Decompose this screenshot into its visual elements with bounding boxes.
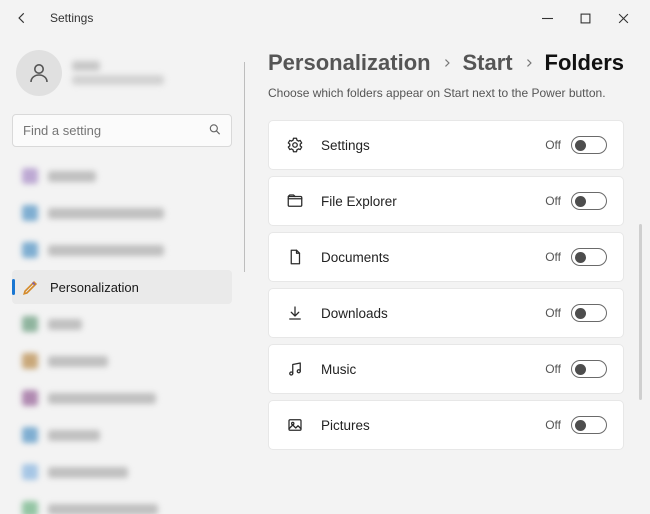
minimize-button[interactable] — [528, 4, 566, 32]
sidebar-item[interactable] — [12, 455, 232, 489]
sidebar-item[interactable] — [12, 159, 232, 193]
folder-label: Documents — [321, 250, 529, 265]
folder-label: Downloads — [321, 306, 529, 321]
music-icon — [285, 359, 305, 379]
folder-toggle-item: Documents Off — [268, 232, 624, 282]
toggle-state: Off — [545, 306, 561, 320]
sidebar-item[interactable] — [12, 492, 232, 514]
profile-text — [72, 61, 164, 85]
folder-toggle-list: Settings Off File Explorer Off Documents… — [268, 120, 624, 450]
sidebar-item-personalization[interactable]: Personalization — [12, 270, 232, 304]
breadcrumb-personalization[interactable]: Personalization — [268, 50, 431, 76]
toggle-state: Off — [545, 194, 561, 208]
titlebar: Settings — [0, 0, 650, 36]
window-title: Settings — [50, 11, 93, 25]
avatar — [16, 50, 62, 96]
sidebar-item[interactable] — [12, 196, 232, 230]
search-input[interactable] — [12, 114, 232, 147]
toggle-state: Off — [545, 250, 561, 264]
folder-label: Pictures — [321, 418, 529, 433]
folder-toggle-item: Music Off — [268, 344, 624, 394]
toggle-switch[interactable] — [571, 192, 607, 210]
settings-icon — [285, 135, 305, 155]
search — [12, 114, 232, 147]
toggle-state: Off — [545, 418, 561, 432]
toggle-switch[interactable] — [571, 136, 607, 154]
document-icon — [285, 247, 305, 267]
page-description: Choose which folders appear on Start nex… — [268, 86, 624, 100]
sidebar-item-label: Personalization — [50, 280, 139, 295]
folder-toggle-item: Downloads Off — [268, 288, 624, 338]
nav-list: Personalization — [12, 159, 232, 514]
folder-label: Music — [321, 362, 529, 377]
sidebar-item[interactable] — [12, 381, 232, 415]
toggle-switch[interactable] — [571, 416, 607, 434]
scrollbar[interactable] — [639, 224, 642, 400]
toggle-state: Off — [545, 138, 561, 152]
folder-toggle-item: Settings Off — [268, 120, 624, 170]
download-icon — [285, 303, 305, 323]
toggle-state: Off — [545, 362, 561, 376]
folder-toggle-item: Pictures Off — [268, 400, 624, 450]
sidebar-item[interactable] — [12, 307, 232, 341]
divider — [244, 62, 245, 272]
close-button[interactable] — [604, 4, 642, 32]
breadcrumb-folders: Folders — [545, 50, 624, 76]
folder-label: Settings — [321, 138, 529, 153]
chevron-right-icon — [523, 57, 535, 69]
content: Personalization Start Folders Choose whi… — [244, 36, 650, 514]
toggle-switch[interactable] — [571, 304, 607, 322]
sidebar: Personalization — [0, 36, 244, 514]
folder-toggle-item: File Explorer Off — [268, 176, 624, 226]
sidebar-item[interactable] — [12, 344, 232, 378]
back-button[interactable] — [8, 4, 36, 32]
maximize-button[interactable] — [566, 4, 604, 32]
sidebar-item[interactable] — [12, 418, 232, 452]
toggle-switch[interactable] — [571, 248, 607, 266]
toggle-switch[interactable] — [571, 360, 607, 378]
user-profile[interactable] — [12, 44, 232, 102]
pictures-icon — [285, 415, 305, 435]
file-explorer-icon — [285, 191, 305, 211]
breadcrumbs: Personalization Start Folders — [268, 50, 624, 76]
paintbrush-icon — [22, 278, 40, 296]
breadcrumb-start[interactable]: Start — [463, 50, 513, 76]
sidebar-item[interactable] — [12, 233, 232, 267]
folder-label: File Explorer — [321, 194, 529, 209]
chevron-right-icon — [441, 57, 453, 69]
